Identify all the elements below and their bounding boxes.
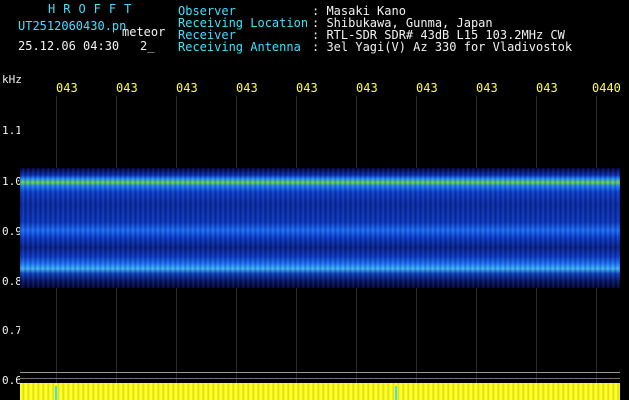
- y-tick-label: 0.8: [2, 275, 22, 288]
- info-label-antenna: Receiving Antenna: [178, 40, 301, 54]
- x-tick-label: 043: [236, 81, 258, 95]
- y-axis-unit: kHz: [2, 73, 22, 86]
- x-tick-label: 043: [176, 81, 198, 95]
- app-brand: HROFFT: [48, 2, 140, 16]
- signal-noise-band: [20, 168, 620, 288]
- spectrogram-plot: [20, 96, 620, 384]
- x-tick-label: 043: [356, 81, 378, 95]
- meteor-label: meteor: [122, 25, 166, 39]
- y-tick-label: 0.6: [2, 374, 22, 387]
- strip-marker: [55, 386, 57, 400]
- x-tick-label: 043: [536, 81, 558, 95]
- info-value-antenna: : 3el Yagi(V) Az 330 for Vladivostok: [312, 40, 573, 54]
- x-tick-label: 043: [296, 81, 318, 95]
- x-tick-label: 043: [476, 81, 498, 95]
- y-tick-label: 0.9: [2, 225, 22, 238]
- x-tick-label: 043: [416, 81, 438, 95]
- date-time: 25.12.06 04:30: [18, 39, 120, 53]
- y-tick-label: 1.1: [2, 124, 22, 137]
- counter-indicator: 2_: [140, 39, 155, 53]
- x-tick-label: 043: [56, 81, 78, 95]
- baseline-line: [20, 372, 620, 373]
- signal-level-strip: [20, 383, 620, 400]
- y-tick-label: 1.0: [2, 175, 22, 188]
- x-tick-label: 0440: [592, 81, 621, 95]
- strip-marker: [395, 386, 397, 400]
- y-tick-label: 0.7: [2, 324, 22, 337]
- baseline-line: [20, 378, 620, 379]
- x-tick-label: 043: [116, 81, 138, 95]
- file-name: UT2512060430.pn: [18, 19, 127, 33]
